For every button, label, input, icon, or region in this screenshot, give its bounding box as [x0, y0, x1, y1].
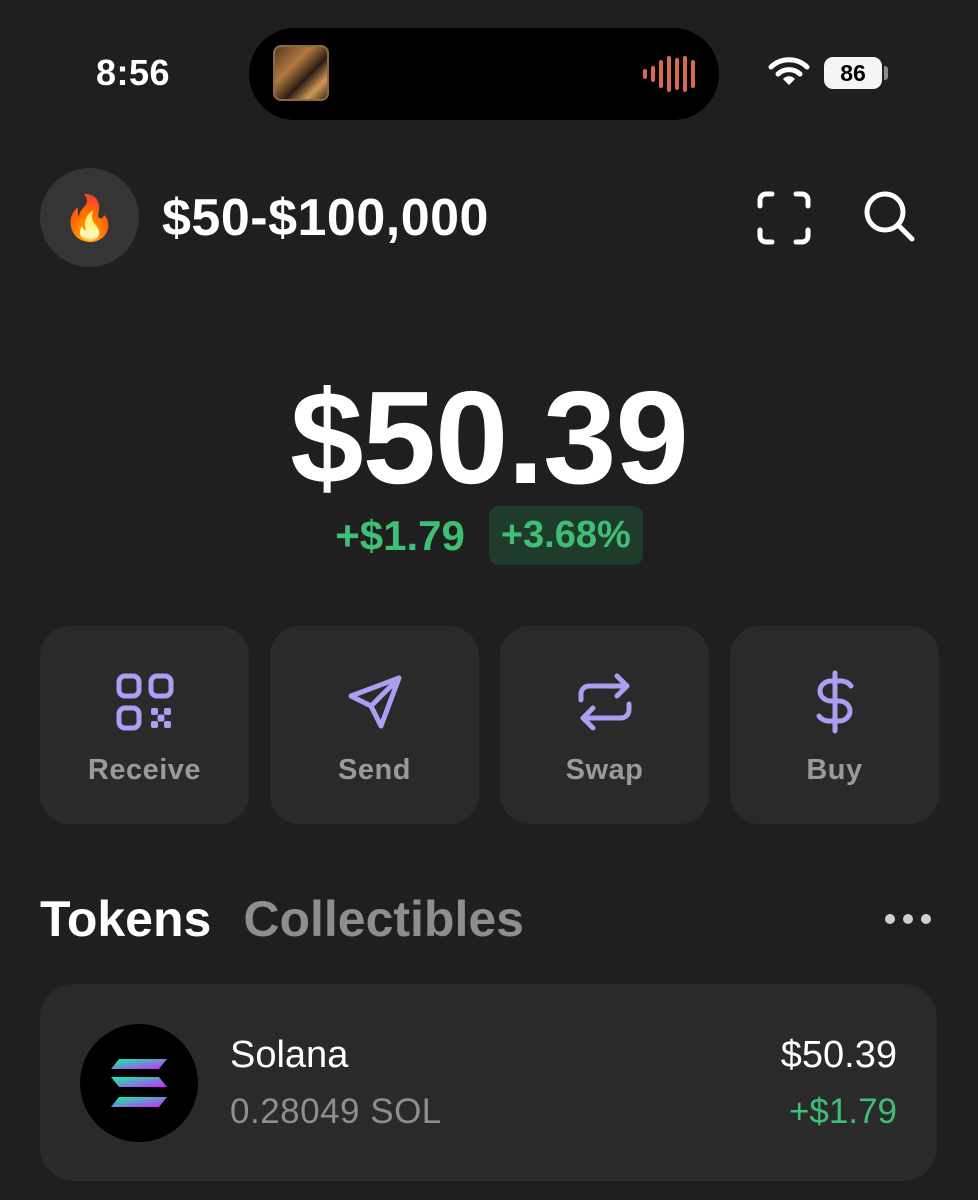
dynamic-island[interactable]	[249, 28, 719, 120]
status-time: 8:56	[96, 52, 171, 93]
asset-tabs: Tokens Collectibles	[40, 890, 524, 948]
audio-waveform-icon	[643, 56, 695, 92]
battery-nub	[884, 66, 888, 80]
token-value: $50.39	[780, 1034, 897, 1076]
send-label: Send	[338, 754, 411, 786]
token-row[interactable]: Solana 0.28049 SOL $50.39 +$1.79	[40, 984, 937, 1181]
solana-logo-icon	[80, 1024, 198, 1142]
swap-label: Swap	[565, 754, 644, 786]
tab-collectibles[interactable]: Collectibles	[243, 890, 524, 948]
scan-icon[interactable]	[756, 190, 812, 246]
token-name: Solana	[230, 1034, 349, 1076]
token-change: +$1.79	[788, 1092, 897, 1131]
now-playing-art-icon	[273, 45, 329, 101]
token-amount: 0.28049 SOL	[230, 1092, 442, 1131]
battery-icon: 86	[824, 57, 882, 89]
balance-change-amount: +$1.79	[335, 511, 465, 559]
more-icon[interactable]	[884, 912, 932, 926]
swap-icon	[578, 673, 631, 731]
balance-change-row: +$1.79 +3.68%	[0, 506, 978, 565]
buy-button[interactable]: Buy	[730, 626, 939, 824]
account-name[interactable]: $50-$100,000	[162, 188, 489, 248]
tab-tokens[interactable]: Tokens	[40, 890, 211, 948]
send-button[interactable]: Send	[270, 626, 479, 824]
total-balance: $50.39	[290, 364, 689, 511]
account-avatar[interactable]: 🔥	[40, 168, 139, 267]
qr-code-icon	[116, 673, 173, 731]
balance-change-percent-badge: +3.68%	[488, 506, 643, 565]
search-icon[interactable]	[861, 188, 917, 244]
dollar-icon	[816, 670, 853, 734]
buy-label: Buy	[806, 754, 863, 786]
receive-button[interactable]: Receive	[40, 626, 249, 824]
wifi-icon	[768, 57, 810, 85]
send-icon	[348, 675, 401, 729]
swap-button[interactable]: Swap	[500, 626, 709, 824]
action-buttons: Receive Send Swap Buy	[40, 626, 939, 824]
receive-label: Receive	[87, 754, 202, 786]
